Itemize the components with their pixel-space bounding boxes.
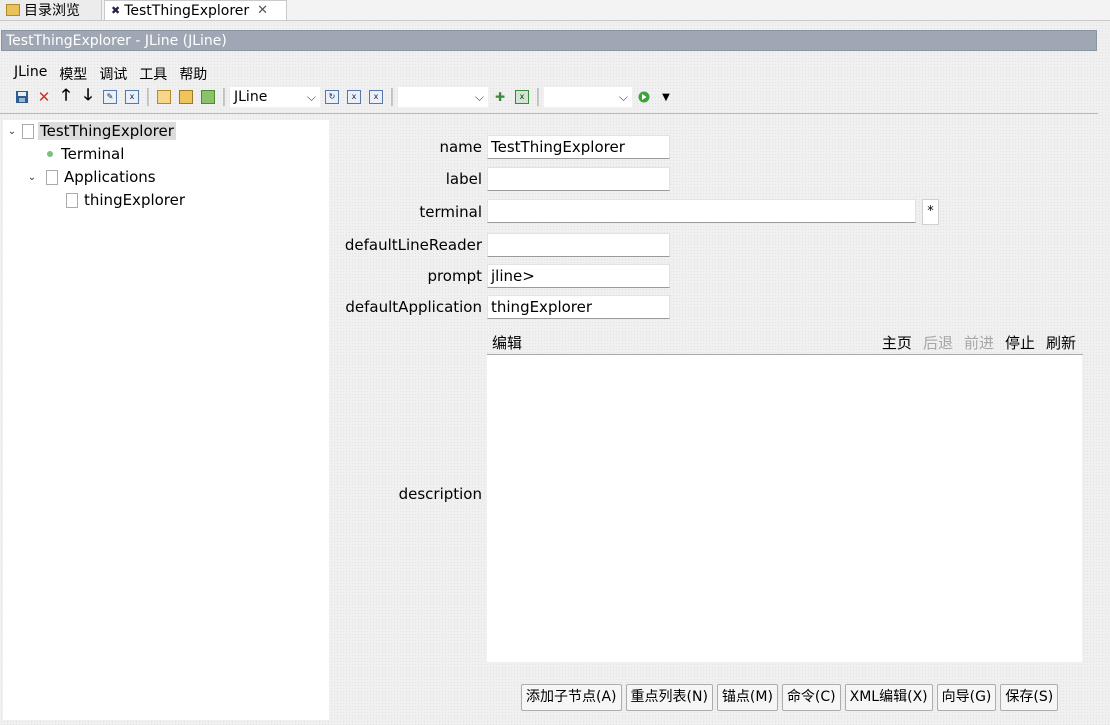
label-field[interactable] [487, 167, 670, 191]
defaultlinereader-label: defaultLineReader [344, 236, 482, 254]
close-x2-icon[interactable]: x [366, 87, 386, 107]
paste-icon[interactable] [176, 87, 196, 107]
flag-icon[interactable] [198, 87, 218, 107]
stop-button[interactable]: 停止 [1005, 332, 1035, 353]
defaultlinereader-field[interactable] [487, 233, 670, 257]
toolbar-separator [223, 88, 225, 106]
list-button[interactable]: 重点列表(N) [625, 684, 713, 711]
close-icon[interactable]: ✕ [257, 3, 268, 18]
thing-tree: ⌄ TestThingExplorer Terminal ⌄ Applicati… [3, 120, 329, 720]
xml-edit-button[interactable]: XML编辑(X) [844, 684, 933, 711]
chevron-down-icon: ⌵ [306, 89, 316, 104]
editor-title-bar: TestThingExplorer - JLine (JLine) [1, 30, 1097, 51]
stop-icon[interactable]: x [512, 87, 532, 107]
tab-directory-browse[interactable]: 目录浏览 [0, 0, 102, 20]
go-icon[interactable] [634, 87, 654, 107]
toolbar-separator [391, 88, 393, 106]
third-combo[interactable]: ⌵ [544, 87, 632, 107]
tree-node-thingexplorer[interactable]: thingExplorer [66, 189, 185, 211]
tab-label: TestThingExplorer [124, 2, 250, 19]
menu-jline[interactable]: JLine [14, 64, 47, 84]
toolbar-divider [0, 113, 1098, 114]
menu-model[interactable]: 模型 [59, 64, 87, 84]
tree-node-label: Terminal [61, 145, 125, 163]
tab-label: 目录浏览 [24, 3, 80, 19]
green-dot-icon [47, 151, 53, 157]
chevron-down-icon: ⌵ [474, 89, 484, 104]
copy-icon[interactable] [154, 87, 174, 107]
tree-node-label: thingExplorer [84, 191, 186, 209]
tree-node-applications[interactable]: ⌄ Applications [26, 166, 156, 188]
document-icon [22, 123, 34, 139]
menu-help[interactable]: 帮助 [179, 64, 207, 84]
close-doc-icon[interactable]: x [122, 87, 142, 107]
wizard-button[interactable]: 向导(G) [936, 684, 997, 711]
tree-node-root[interactable]: ⌄ TestThingExplorer [6, 120, 176, 142]
editor-tab-bar: 目录浏览 ✖ TestThingExplorer ✕ [0, 0, 1110, 21]
tab-test-thing-explorer[interactable]: ✖ TestThingExplorer ✕ [104, 0, 287, 20]
add-child-button[interactable]: 添加子节点(A) [521, 684, 622, 711]
move-down-icon[interactable]: 🡓 [78, 85, 98, 107]
second-combo[interactable]: ⌵ [398, 87, 488, 107]
description-label: description [398, 485, 482, 503]
tree-node-label: TestThingExplorer [38, 122, 176, 140]
tree-node-terminal[interactable]: Terminal [43, 143, 124, 165]
edit-doc-icon[interactable]: ✎ [100, 87, 120, 107]
terminal-select-button[interactable]: * [922, 199, 939, 225]
refresh-doc-icon[interactable]: ↻ [322, 87, 342, 107]
editor-toolbar: 编辑 主页 后退 前进 停止 刷新 [488, 332, 1082, 354]
command-button[interactable]: 命令(C) [781, 684, 841, 711]
name-field[interactable]: TestThingExplorer [487, 135, 670, 159]
combo-value: JLine [234, 89, 268, 105]
save-icon[interactable] [12, 87, 32, 107]
anchor-button[interactable]: 锚点(M) [716, 684, 778, 711]
toolbar: ✕ 🡑 🡓 ✎ x JLine ⌵ ↻ x x ⌵ ✚ x ⌵ ▼ [12, 85, 676, 108]
label-label: label [445, 170, 482, 188]
refresh-button[interactable]: 刷新 [1046, 332, 1076, 353]
toolbar-separator [537, 88, 539, 106]
save-button[interactable]: 保存(S) [1000, 684, 1059, 711]
back-button[interactable]: 后退 [923, 332, 953, 353]
forward-button[interactable]: 前进 [964, 332, 994, 353]
dropdown-arrow-icon[interactable]: ▼ [656, 87, 676, 107]
prompt-label: prompt [427, 267, 482, 285]
language-combo[interactable]: JLine ⌵ [230, 87, 320, 107]
run-icon[interactable]: ✚ [490, 87, 510, 107]
move-up-icon[interactable]: 🡑 [56, 85, 76, 107]
tree-node-label: Applications [64, 168, 156, 186]
folder-icon [6, 4, 20, 16]
defaultapplication-field[interactable]: thingExplorer [487, 295, 670, 319]
editor-nav: 主页 后退 前进 停止 刷新 [882, 332, 1076, 353]
defaultapplication-label: defaultApplication [345, 298, 482, 316]
terminal-field[interactable] [487, 199, 916, 223]
document-icon [46, 169, 58, 185]
action-buttons: 添加子节点(A) 重点列表(N) 锚点(M) 命令(C) XML编辑(X) 向导… [521, 684, 1059, 711]
toolbar-separator [147, 88, 149, 106]
thing-icon: ✖ [111, 4, 121, 17]
collapse-chevron-icon[interactable]: ⌄ [26, 172, 38, 183]
prompt-field[interactable]: jline> [487, 264, 670, 288]
document-icon [66, 192, 78, 208]
delete-icon[interactable]: ✕ [34, 87, 54, 107]
collapse-chevron-icon[interactable]: ⌄ [6, 126, 18, 137]
menu-tools[interactable]: 工具 [139, 64, 167, 84]
edit-tab[interactable]: 编辑 [492, 332, 522, 353]
terminal-label: terminal [419, 203, 482, 221]
name-label: name [439, 138, 482, 156]
home-button[interactable]: 主页 [882, 332, 912, 353]
close-x-icon[interactable]: x [344, 87, 364, 107]
description-editor[interactable] [487, 355, 1082, 662]
chevron-down-icon: ⌵ [618, 89, 628, 104]
menu-debug[interactable]: 调试 [99, 64, 127, 84]
menu-bar: JLine 模型 调试 工具 帮助 [14, 64, 207, 84]
